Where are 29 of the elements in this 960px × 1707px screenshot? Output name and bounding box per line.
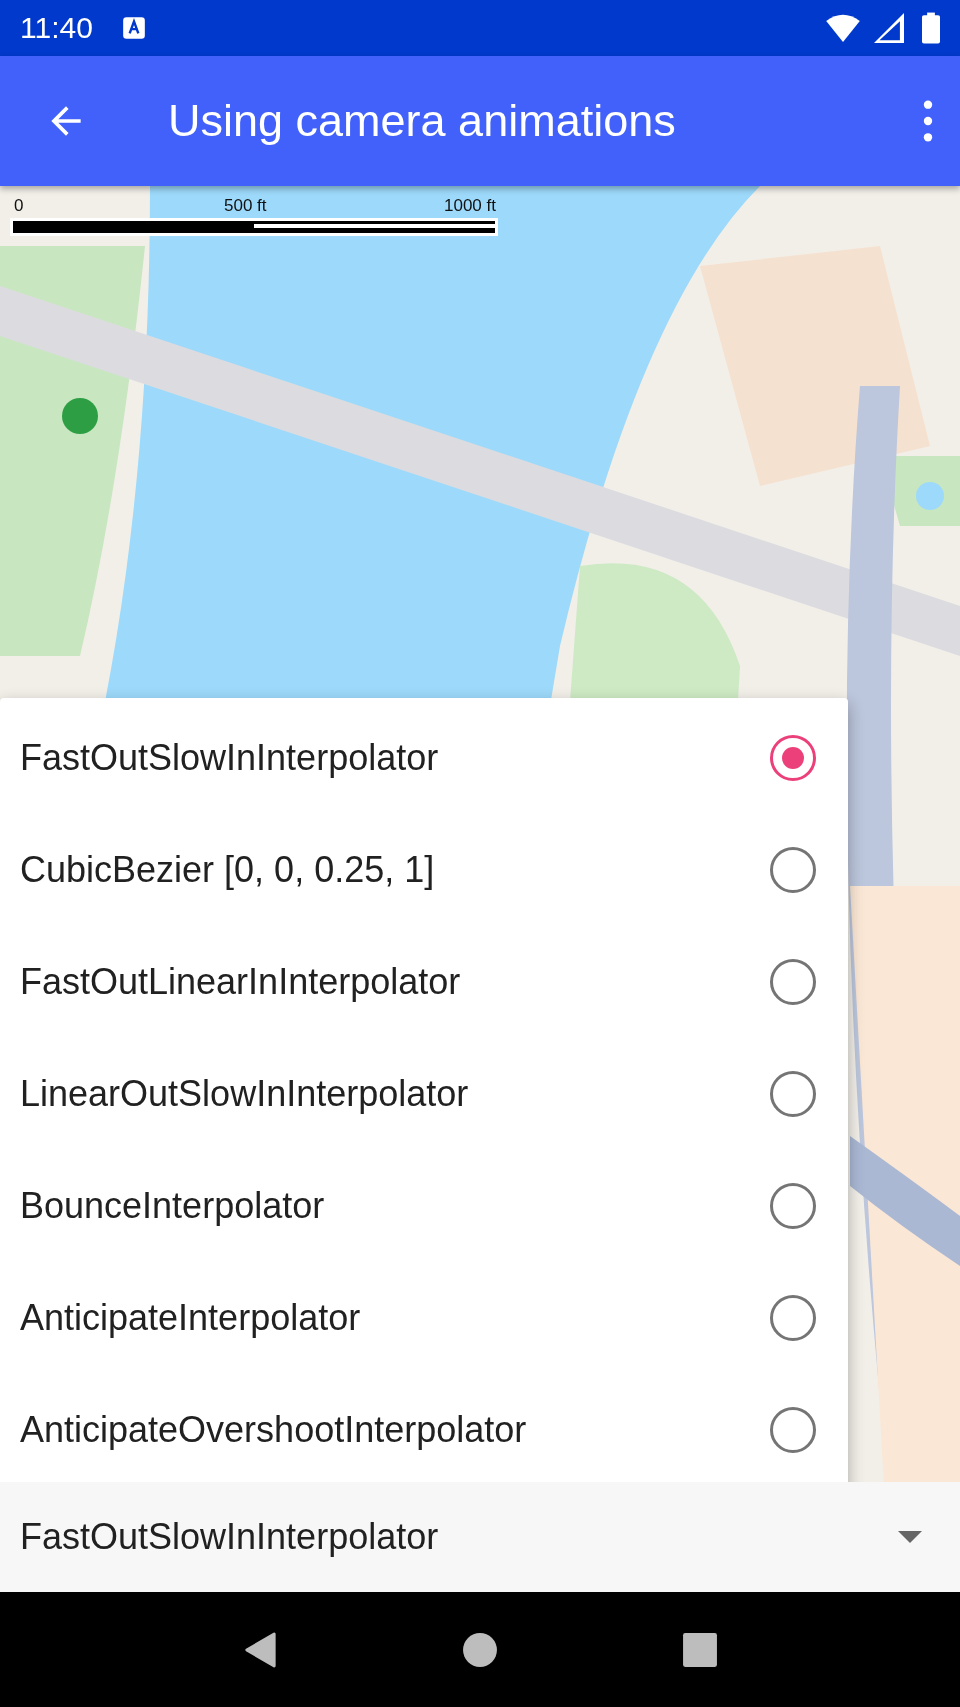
- radio-button[interactable]: [770, 1295, 816, 1341]
- menu-option[interactable]: FastOutSlowInInterpolator: [0, 702, 848, 814]
- menu-option[interactable]: FastOutLinearInInterpolator: [0, 926, 848, 1038]
- back-icon[interactable]: [242, 1631, 278, 1668]
- radio-button[interactable]: [770, 735, 816, 781]
- notification-icon: [120, 15, 147, 41]
- home-icon[interactable]: [462, 1631, 498, 1668]
- scale-label: 1000 ft: [444, 196, 497, 216]
- dropdown-field[interactable]: FastOutSlowInInterpolator: [0, 1482, 960, 1592]
- menu-option[interactable]: AnticipateInterpolator: [0, 1262, 848, 1374]
- radio-button[interactable]: [770, 847, 816, 893]
- app-bar-title: Using camera animations: [168, 95, 677, 147]
- scale-label: 0: [14, 196, 25, 216]
- signal-icon: [874, 13, 904, 43]
- menu-option[interactable]: BounceInterpolator: [0, 1150, 848, 1262]
- more-options-icon[interactable]: [922, 100, 934, 142]
- radio-button[interactable]: [770, 1407, 816, 1453]
- radio-button[interactable]: [770, 1183, 816, 1229]
- radio-button[interactable]: [770, 1071, 816, 1117]
- menu-option[interactable]: LinearOutSlowInInterpolator: [0, 1038, 848, 1150]
- scale-label: 500 ft: [224, 196, 268, 216]
- battery-icon: [922, 12, 940, 44]
- menu-option[interactable]: CubicBezier [0, 0, 0.25, 1]: [0, 814, 848, 926]
- recents-icon[interactable]: [682, 1631, 718, 1668]
- radio-button[interactable]: [770, 959, 816, 1005]
- status-time: 11:40: [20, 11, 93, 45]
- caret-icon: [898, 1531, 922, 1543]
- menu-option[interactable]: AnticipateOvershootInterpolator: [0, 1374, 848, 1482]
- wifi-icon: [826, 14, 860, 42]
